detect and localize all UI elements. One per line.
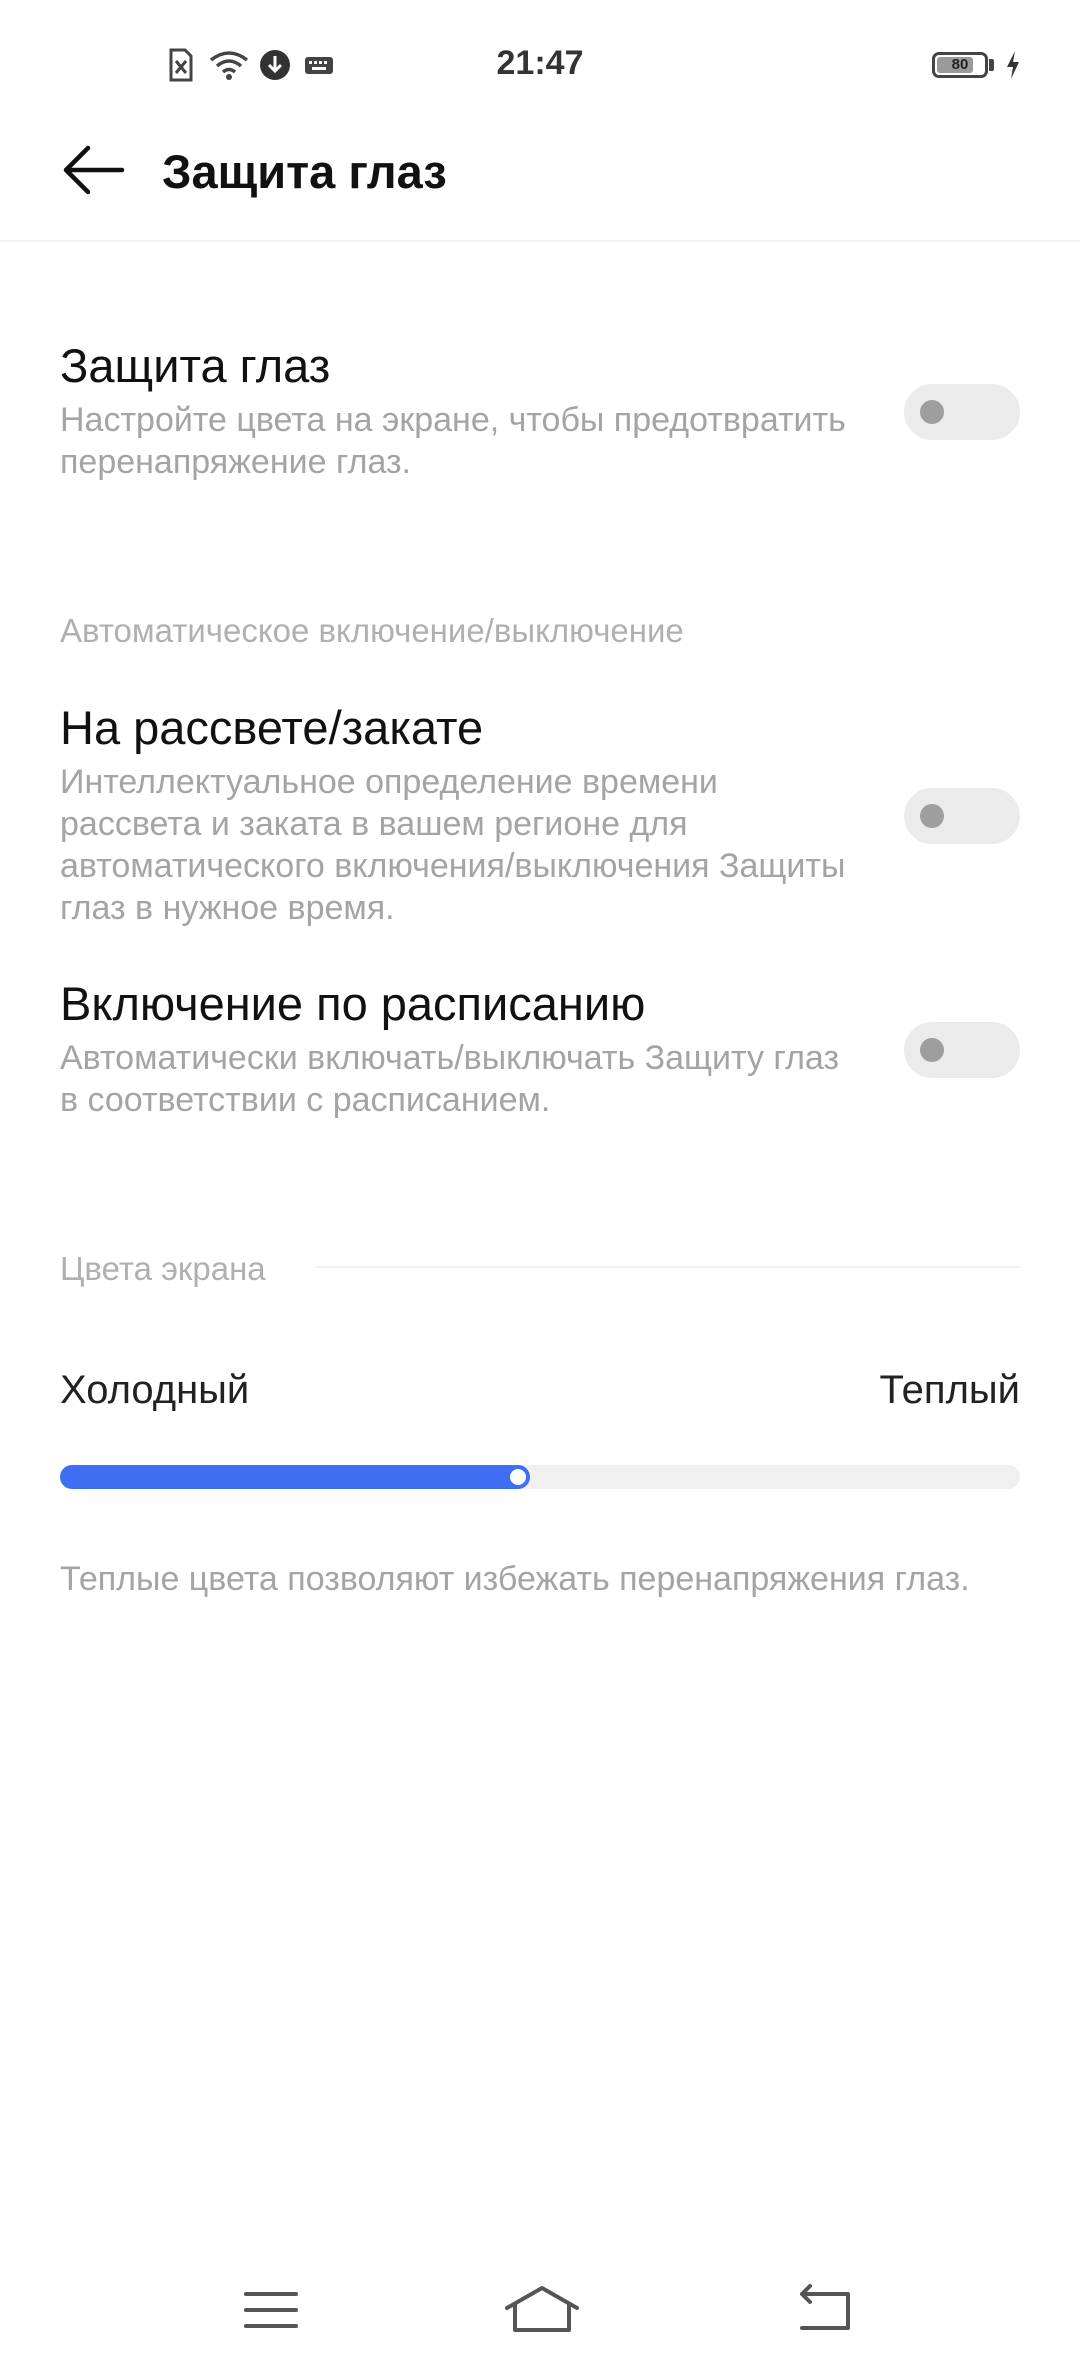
eye-protection-subtitle: Настройте цвета на экране, чтобы предотв…	[60, 401, 846, 481]
status-time: 21:47	[496, 44, 584, 82]
battery-nub	[989, 59, 994, 71]
schedule-row[interactable]: Включение по расписанию Автоматически вк…	[60, 976, 1020, 1136]
sunset-toggle[interactable]	[904, 788, 1020, 844]
back-icon[interactable]	[780, 2280, 870, 2340]
charging-bolt-icon	[1007, 51, 1019, 79]
menu-icon[interactable]	[226, 2280, 316, 2340]
sunset-row[interactable]: На рассвете/закате Интеллектуальное опре…	[60, 700, 1020, 940]
home-icon[interactable]	[497, 2280, 587, 2340]
page-title: Защита глаз	[162, 145, 447, 198]
battery-icon: 80	[932, 52, 988, 78]
schedule-title: Включение по расписанию	[60, 977, 646, 1030]
slider-fill	[60, 1465, 531, 1489]
toggle-knob	[920, 400, 944, 424]
header-divider	[0, 240, 1080, 242]
status-bar: 21:47 80	[0, 0, 1080, 110]
back-arrow-icon[interactable]	[60, 140, 130, 200]
schedule-toggle[interactable]	[904, 1022, 1020, 1078]
toggle-knob	[920, 1038, 944, 1062]
colors-hint: Теплые цвета позволяют избежать перенапр…	[60, 1560, 970, 1598]
toggle-knob	[920, 804, 944, 828]
auto-section-header: Автоматическое включение/выключение	[60, 612, 684, 649]
eye-protection-row[interactable]: Защита глаз Настройте цвета на экране, ч…	[60, 338, 1020, 498]
sunset-title: На рассвете/закате	[60, 701, 484, 754]
section-divider	[316, 1266, 1020, 1268]
schedule-subtitle: Автоматически включать/выключать Защиту …	[60, 1039, 840, 1119]
cold-label: Холодный	[60, 1368, 250, 1412]
colors-section-header: Цвета экрана	[60, 1250, 266, 1287]
battery-level: 80	[951, 56, 969, 73]
warm-label: Теплый	[879, 1368, 1020, 1412]
eye-protection-toggle[interactable]	[904, 384, 1020, 440]
color-temperature-slider[interactable]	[60, 1465, 1020, 1489]
eye-protection-title: Защита глаз	[60, 339, 331, 392]
sunset-subtitle: Интеллектуальное определение времени рас…	[60, 763, 846, 927]
